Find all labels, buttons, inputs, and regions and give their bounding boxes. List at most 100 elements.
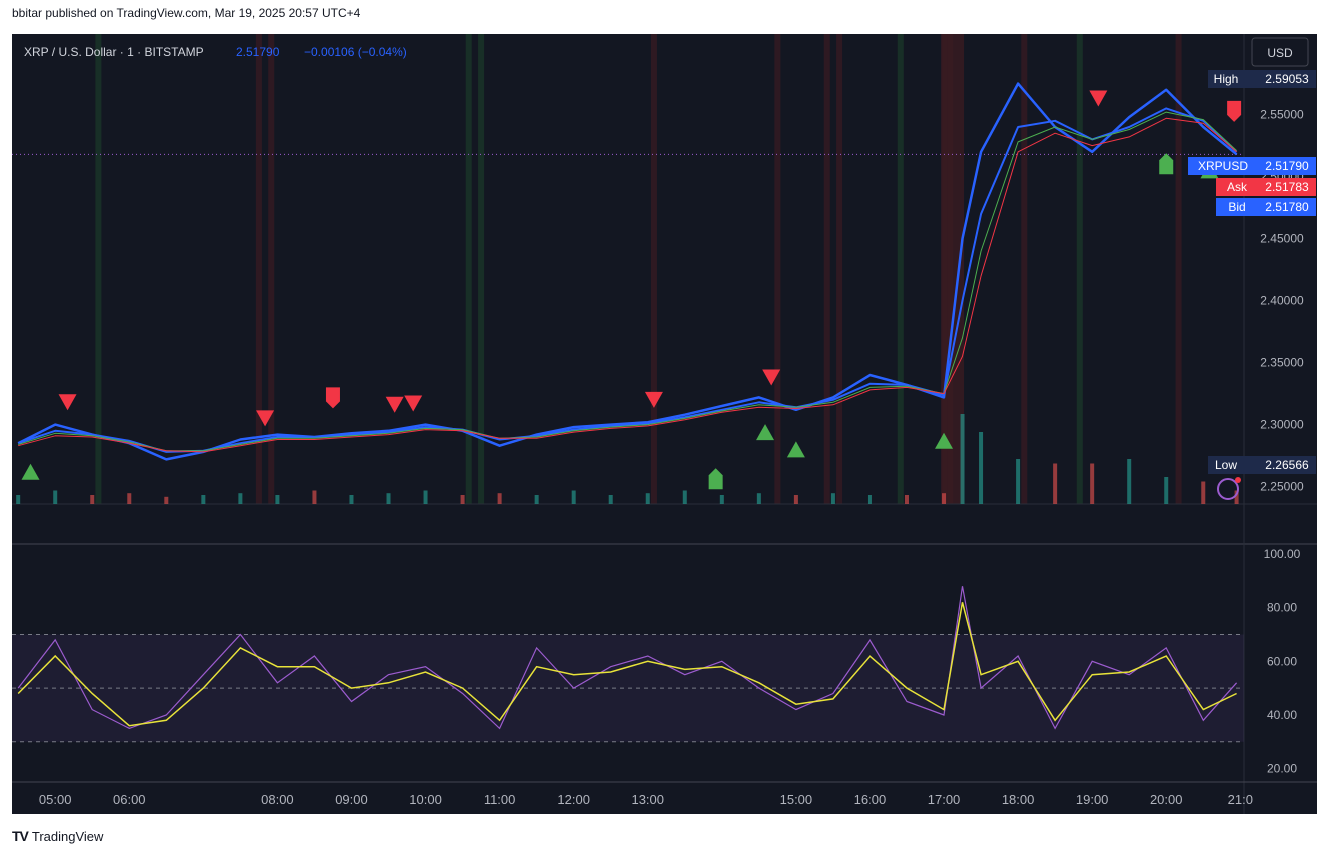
buy-signal-triangle: [756, 424, 775, 441]
buy-signal-triangle: [786, 441, 805, 458]
price-tick: 2.30000: [1260, 418, 1304, 432]
bid-value: 2.51780: [1265, 200, 1309, 214]
tradingview-logo[interactable]: TV TradingView: [12, 828, 103, 844]
last-value: 2.51790: [1265, 159, 1309, 173]
time-tick: 15:00: [780, 792, 813, 807]
price-series-line: [17, 82, 1238, 461]
buy-signal-arrow: [1159, 153, 1174, 175]
volume-bar: [16, 495, 21, 504]
volume-bar: [386, 493, 391, 504]
time-tick: 12:00: [557, 792, 590, 807]
time-tick: 16:00: [854, 792, 887, 807]
sell-signal-triangle: [1089, 90, 1108, 107]
volume-bar: [1090, 463, 1095, 504]
high-label: High: [1214, 72, 1239, 86]
volume-bar: [1016, 459, 1021, 504]
sell-signal-triangle: [58, 394, 77, 411]
price-tick: 2.35000: [1260, 356, 1304, 370]
volume-bar: [830, 493, 835, 504]
volume-bar: [904, 495, 909, 504]
time-tick: 18:00: [1002, 792, 1035, 807]
volume-bar: [238, 493, 243, 504]
rsi-tick: 60.00: [1267, 654, 1297, 668]
volume-bar: [682, 490, 687, 504]
price-series-line: [18, 111, 1237, 452]
price-series-line: [17, 107, 1238, 453]
volume-bar: [275, 495, 280, 504]
volume-bar: [201, 495, 206, 504]
published-info: bbitar published on TradingView.com, Mar…: [12, 6, 361, 20]
chart-canvas[interactable]: 2.250002.300002.350002.400002.450002.500…: [12, 34, 1317, 814]
high-value: 2.59053: [1265, 72, 1309, 86]
volume-bar: [960, 414, 965, 504]
volume-bar: [53, 490, 58, 504]
session-stripe: [1021, 34, 1028, 504]
volume-bar: [608, 495, 613, 504]
price-tick: 2.45000: [1260, 232, 1304, 246]
volume-bar: [312, 490, 317, 504]
price-series-line: [18, 117, 1237, 453]
signal-markers: [21, 90, 1242, 490]
symbol-name[interactable]: XRP / U.S. Dollar · 1 · BITSTAMP: [24, 45, 204, 59]
volume-bar: [90, 495, 95, 504]
low-value: 2.26566: [1265, 458, 1309, 472]
volume-bar: [979, 432, 984, 504]
volume-bar: [127, 493, 132, 504]
session-stripe: [1076, 34, 1083, 504]
volume-bar: [793, 495, 798, 504]
rsi-panel: [12, 586, 1244, 743]
price-lines: [17, 82, 1238, 461]
price-tick: 2.55000: [1260, 108, 1304, 122]
buy-signal-triangle: [21, 463, 40, 480]
volume-bar: [719, 495, 724, 504]
volume-bar: [164, 496, 169, 504]
notification-dot-icon: [1235, 477, 1241, 483]
sell-signal-arrow: [1227, 100, 1242, 122]
symbol-price: 2.51790: [236, 45, 280, 59]
session-stripe: [95, 34, 102, 504]
currency-label[interactable]: USD: [1267, 46, 1293, 60]
last-label: XRPUSD: [1198, 159, 1248, 173]
bid-label: Bid: [1228, 200, 1245, 214]
rsi-tick: 20.00: [1267, 762, 1297, 776]
assistant-icon[interactable]: [1217, 478, 1239, 500]
time-tick: 06:00: [113, 792, 146, 807]
chart-frame[interactable]: 2.25000 2.30000 2.35000 2.40000 2.45000 2.500…: [12, 34, 1317, 814]
volume-bar: [423, 490, 428, 504]
sell-signal-triangle: [404, 395, 423, 412]
tradingview-mark-icon: TV: [12, 828, 29, 844]
time-tick: 11:00: [484, 792, 516, 807]
volume-bar: [867, 495, 872, 504]
symbol-change: −0.00106 (−0.04%): [304, 45, 407, 59]
session-highlights: [95, 34, 1182, 504]
volume-bar: [497, 493, 502, 504]
buy-signal-arrow: [708, 468, 723, 490]
volume-bar: [645, 493, 650, 504]
volume-bar: [349, 495, 354, 504]
session-stripe: [268, 34, 275, 504]
low-label: Low: [1215, 458, 1237, 472]
session-stripe: [897, 34, 904, 504]
rsi-tick: 40.00: [1267, 708, 1297, 722]
volume-bar: [942, 493, 947, 504]
rsi-tick: 100.00: [1264, 547, 1301, 561]
session-stripe: [255, 34, 262, 504]
rsi-tick: 80.00: [1267, 601, 1297, 615]
volume-bar: [1201, 481, 1206, 504]
time-axis: 05:00 06:00 08:00 09:00 10:00 11:00 12:00 13:00…: [39, 792, 1253, 807]
tradingview-brand: TradingView: [31, 828, 104, 844]
volume-bar: [460, 495, 465, 504]
time-tick: 08:00: [261, 792, 294, 807]
session-stripe: [650, 34, 657, 504]
price-tick: 2.40000: [1260, 294, 1304, 308]
time-tick: 20:00: [1150, 792, 1183, 807]
time-tick: 21:0: [1228, 792, 1253, 807]
volume-bar: [756, 493, 761, 504]
volume-bar: [534, 495, 539, 504]
time-tick: 05:00: [39, 792, 72, 807]
session-stripe: [774, 34, 781, 504]
volume-bar: [1053, 463, 1058, 504]
price-tick: 2.25000: [1260, 480, 1304, 494]
volume-bar: [1164, 477, 1169, 504]
session-stripe: [836, 34, 843, 504]
